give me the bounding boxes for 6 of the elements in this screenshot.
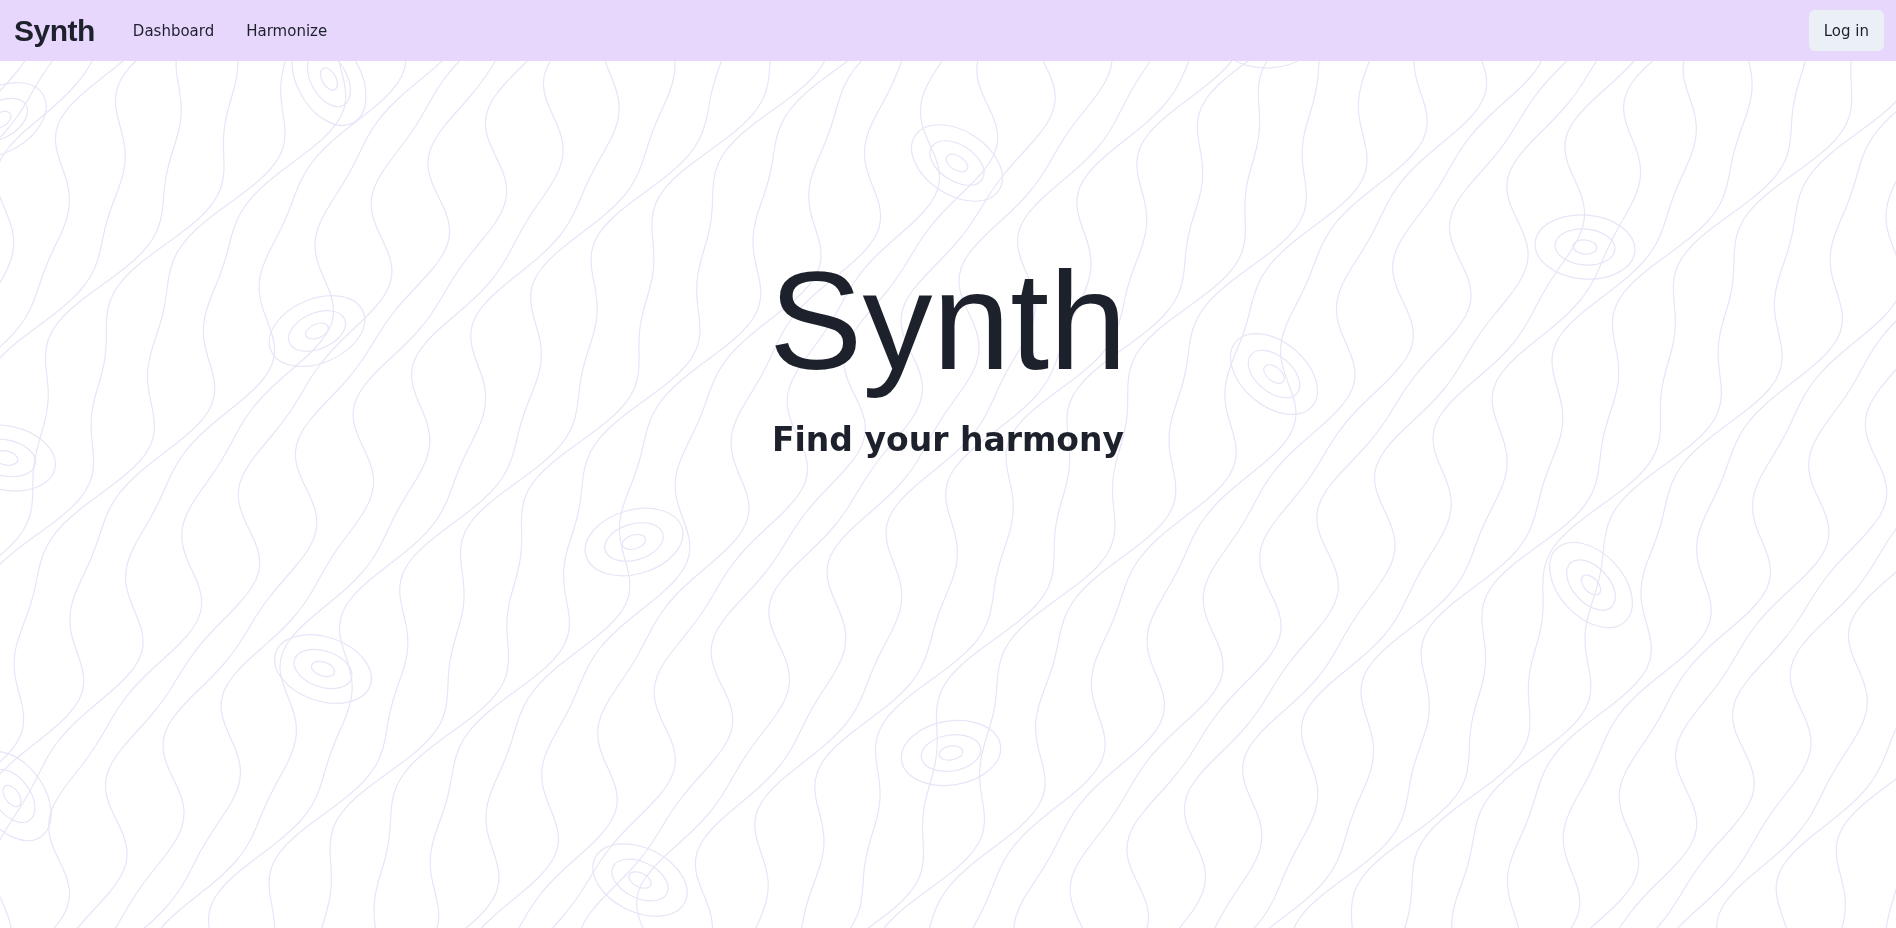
nav-link[interactable]: Harmonize [246,21,328,40]
logo[interactable]: Synth [14,13,95,48]
hero-subtitle: Find your harmony [772,420,1124,459]
login-button[interactable]: Log in [1808,10,1884,51]
nav-link[interactable]: Dashboard [132,21,215,40]
hero-title: Synth [769,241,1127,401]
